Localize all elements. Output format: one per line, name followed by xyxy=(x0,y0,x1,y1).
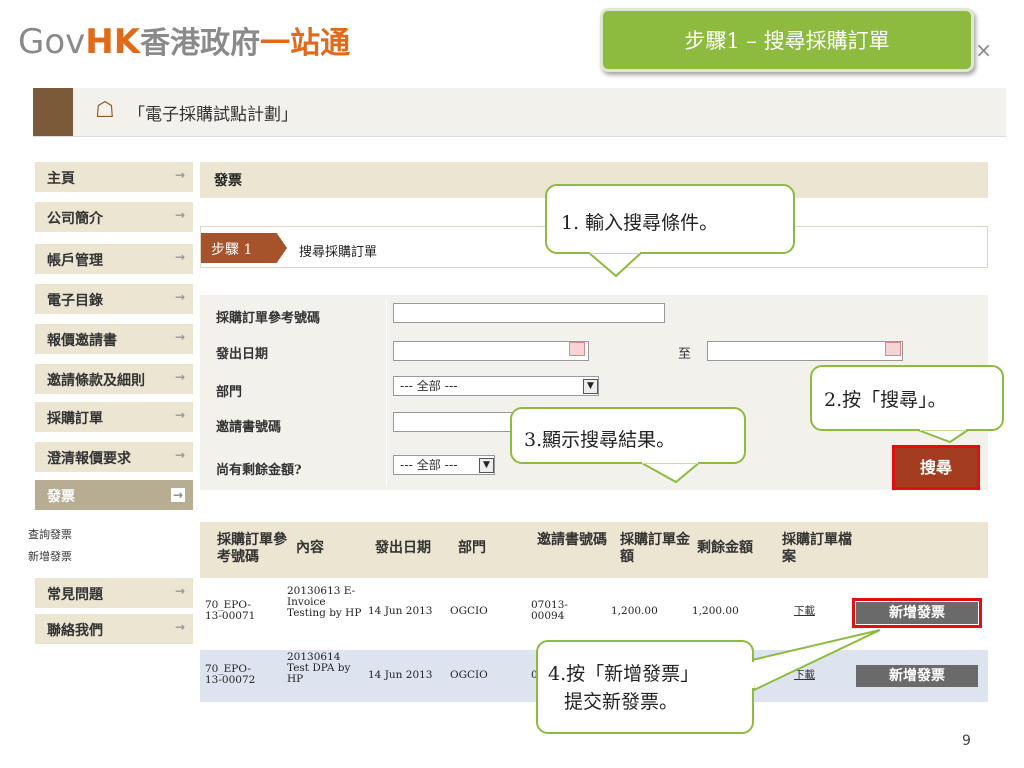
callout-tail-joins xyxy=(590,250,966,688)
page-number: 9 xyxy=(962,733,971,749)
